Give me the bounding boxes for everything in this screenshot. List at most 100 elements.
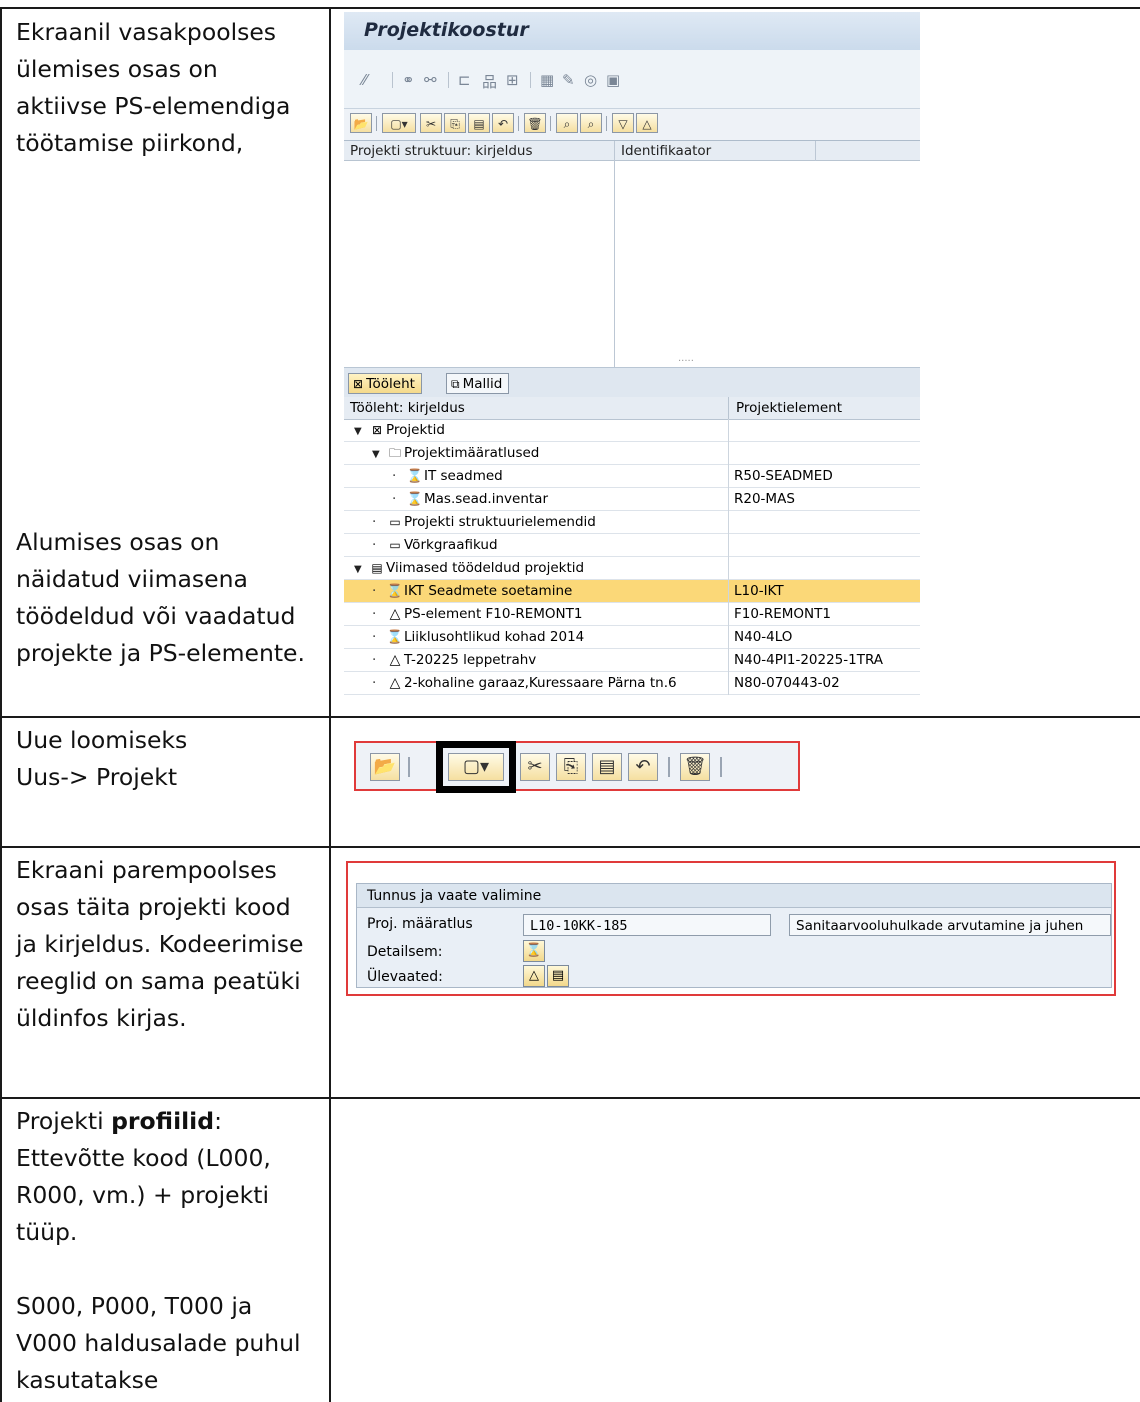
overview-label: Ülevaated: — [367, 969, 443, 985]
bullet-icon: · — [392, 491, 397, 507]
wbs-element-icon[interactable]: △ — [523, 965, 545, 987]
hierarchy-icon[interactable]: ⊏ — [458, 71, 471, 89]
expand-icon[interactable]: ▽ — [612, 113, 634, 133]
structure-column-empty — [816, 141, 920, 161]
tree-row[interactable]: ▼ ⊠ Projektid — [344, 419, 920, 442]
row1-top-paragraph: Ekraanil vasakpoolses ülemises osas on a… — [16, 18, 291, 157]
cell-divider — [728, 672, 729, 695]
expanded-arrow-icon[interactable]: ▼ — [354, 420, 368, 443]
table-border-top — [0, 7, 1140, 9]
cell-divider — [728, 488, 729, 511]
tree-row[interactable]: · ⌛Mas.sead.inventar R20-MAS — [344, 488, 920, 511]
bullet-icon: · — [372, 583, 377, 599]
expanded-arrow-icon[interactable]: ▼ — [372, 443, 386, 466]
worksheet-column-description[interactable]: Tööleht: kirjeldus — [350, 397, 465, 419]
paste-icon[interactable]: ▤ — [468, 113, 490, 133]
tree-label: T-20225 leppetrahv — [404, 652, 537, 668]
tree-row[interactable]: · △ PS-element F10-REMONT1 F10-REMONT1 — [344, 603, 920, 626]
toolbar-separator — [448, 72, 449, 88]
project-code-input[interactable]: L10-10KK-185 — [523, 914, 771, 936]
row3-paragraph: Ekraani parempoolses osas täita projekti… — [16, 856, 304, 1032]
tab-templates[interactable]: ⧉ Mallid — [446, 373, 510, 394]
network-icon[interactable]: ▤ — [547, 965, 569, 987]
tree-row[interactable]: · △ T-20225 leppetrahv N40-4PI1-20225-1TRA — [344, 649, 920, 672]
structure-column-description[interactable]: Projekti struktuur: kirjeldus — [344, 141, 614, 161]
project-definition-icon[interactable]: ⌛ — [523, 940, 545, 962]
grid-icon[interactable]: ▦ — [540, 71, 554, 89]
table-border-left — [0, 7, 2, 1402]
bullet-icon: · — [372, 606, 377, 622]
tree-label: Liiklusohtlikud kohad 2014 — [404, 629, 585, 645]
row1-bottom-text: Alumises osas on näidatud viimasena tööd… — [16, 524, 316, 672]
open-folder-icon: 🗀 — [388, 446, 401, 460]
tree-row[interactable]: · ⌛Liiklusohtlikud kohad 2014 N40-4LO — [344, 626, 920, 649]
paste-icon[interactable]: ▤ — [592, 753, 622, 781]
toolbar-separator — [518, 116, 519, 131]
cell-divider — [728, 580, 729, 603]
pane-splitter-handle[interactable]: ..... — [678, 353, 694, 364]
wand-icon[interactable]: ⁄⁄ — [362, 71, 367, 89]
undo-icon[interactable]: ↶ — [628, 753, 658, 781]
undo-icon[interactable]: ↶ — [492, 113, 514, 133]
delete-icon[interactable]: 🗑 — [524, 113, 546, 133]
link-icon[interactable]: ⚭ — [402, 71, 415, 89]
find-next-icon[interactable]: ⌕ — [580, 113, 602, 133]
tree-label: Viimased töödeldud projektid — [386, 560, 585, 576]
structure-column-identifier[interactable]: Identifikaator — [615, 141, 815, 161]
worksheet-column-element[interactable]: Projektielement — [736, 397, 842, 419]
cut-icon[interactable]: ✂ — [520, 753, 550, 781]
tree-row[interactable]: · △ 2-kohaline garaaz,Kuressaare Pärna tn.… — [344, 672, 920, 695]
tab-templates-label: Mallid — [462, 376, 503, 392]
unlink-icon[interactable]: ⚯ — [424, 71, 437, 89]
tree-value: F10-REMONT1 — [734, 606, 831, 622]
templates-icon: ⧉ — [451, 377, 460, 391]
table-border-row3 — [0, 1097, 1140, 1099]
project-definition-label: Proj. määratlus — [367, 916, 473, 932]
toolbar-separator — [376, 116, 377, 131]
worksheet-tabs: ⊠ Tööleht ⧉ Mallid — [344, 367, 920, 398]
bullet-icon: · — [372, 675, 377, 691]
copy-icon[interactable]: ⎘ — [556, 753, 586, 781]
tab-worksheet-label: Tööleht — [366, 376, 415, 392]
toolbar-separator — [392, 72, 393, 88]
row4-bold-word: profiilid — [111, 1107, 215, 1135]
refresh-icon[interactable]: ◎ — [584, 71, 597, 89]
tree-icon[interactable]: 品 — [482, 71, 497, 92]
worksheet-icon: ⊠ — [353, 377, 364, 391]
projects-icon: ⊠ — [371, 423, 383, 437]
tab-worksheet[interactable]: ⊠ Tööleht — [348, 373, 422, 394]
cell-divider — [728, 557, 729, 580]
expanded-arrow-icon[interactable]: ▼ — [354, 558, 368, 581]
tree-row[interactable]: ▼ 🗀 Projektimääratlused — [344, 442, 920, 465]
delete-icon[interactable]: 🗑 — [680, 753, 710, 781]
project-description-input[interactable]: Sanitaarvooluhulkade arvutamine ja juhen — [789, 914, 1111, 936]
selection-panel: Tunnus ja vaate valimine Proj. määratlus… — [356, 883, 1112, 988]
toolbar-separator — [550, 116, 551, 131]
tree-label: Projektid — [386, 422, 445, 438]
worksheet-tree: Tööleht: kirjeldus Projektielement ▼ ⊠ Pro… — [344, 397, 920, 702]
project-definition-icon: ⌛ — [406, 492, 424, 507]
open-folder-icon[interactable]: 📂 — [350, 113, 372, 133]
tree-row[interactable]: · ⌛IT seadmed R50-SEADMED — [344, 465, 920, 488]
toolbar-separator — [530, 72, 531, 88]
create-new-button[interactable]: ▢▾ — [382, 113, 416, 133]
tree-row-selected[interactable]: · ⌛IKT Seadmete soetamine L10-IKT — [344, 580, 920, 603]
folder-icon: ▭ — [389, 515, 401, 529]
open-folder-icon[interactable]: 📂 — [370, 753, 400, 781]
structure-icon[interactable]: ⊞ — [506, 71, 519, 89]
builder-toolbar: 📂 ▢▾ ✂ ⎘ ▤ ↶ 🗑 ⌕ ⌕ ▽ △ — [344, 108, 920, 140]
copy-icon[interactable]: ⎘ — [444, 113, 466, 133]
tree-row[interactable]: · ▭ Võrkgraafikud — [344, 534, 920, 557]
project-builder-screenshot: Projektikoostur ⁄⁄ ⚭ ⚯ ⊏ 品 ⊞ ▦ ✎ ◎ ▣ 📂 ▢… — [344, 12, 920, 702]
project-structure-pane: Projekti struktuur: kirjeldus Identifika… — [344, 140, 920, 368]
collapse-icon[interactable]: △ — [636, 113, 658, 133]
edit-icon[interactable]: ✎ — [562, 71, 575, 89]
tree-value: N80-070443-02 — [734, 675, 840, 691]
cut-icon[interactable]: ✂ — [420, 113, 442, 133]
tree-row[interactable]: · ▭ Projekti struktuurielemendid — [344, 511, 920, 534]
window-icon[interactable]: ▣ — [606, 71, 620, 89]
tree-row[interactable]: ▼ ▤ Viimased töödeldud projektid — [344, 557, 920, 580]
cell-divider — [728, 465, 729, 488]
tree-label: Projekti struktuurielemendid — [404, 514, 596, 530]
find-icon[interactable]: ⌕ — [556, 113, 578, 133]
